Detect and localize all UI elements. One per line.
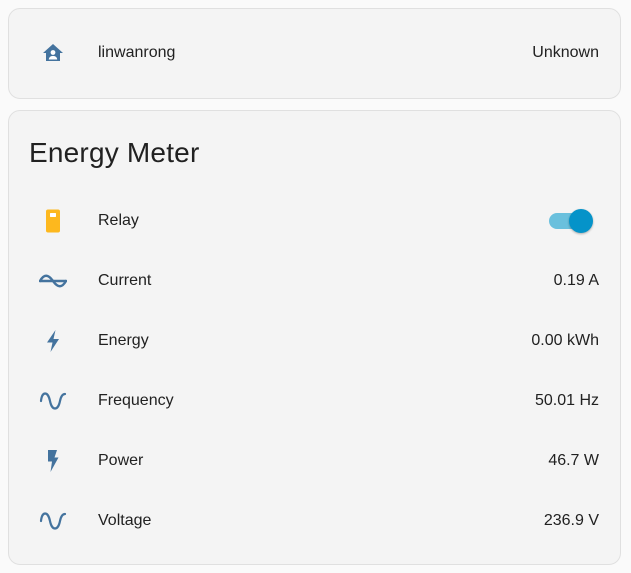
person-name: linwanrong (98, 44, 176, 61)
person-row[interactable]: linwanrong Unknown (9, 33, 620, 73)
entity-row-energy[interactable]: Energy 0.00 kWh (9, 321, 620, 361)
flash-icon (37, 445, 69, 477)
person-card: linwanrong Unknown (8, 8, 621, 99)
sine-wave-icon (37, 505, 69, 537)
current-ac-icon (37, 265, 69, 297)
entity-row-power[interactable]: Power 46.7 W (9, 441, 620, 481)
lightning-bolt-icon (37, 325, 69, 357)
entity-label-energy: Energy (98, 332, 149, 349)
energy-meter-card: Energy Meter Relay Current 0.19 A Energy… (8, 110, 621, 565)
entity-label-frequency: Frequency (98, 392, 174, 409)
entity-value-voltage: 236.9 V (543, 512, 599, 529)
entity-label-voltage: Voltage (98, 512, 152, 529)
entity-row-voltage[interactable]: Voltage 236.9 V (9, 501, 620, 541)
sine-wave-icon (37, 385, 69, 417)
entity-row-frequency[interactable]: Frequency 50.01 Hz (9, 381, 620, 421)
entity-row-relay[interactable]: Relay (9, 201, 620, 241)
entity-value-frequency: 50.01 Hz (534, 392, 599, 409)
person-state: Unknown (532, 44, 599, 61)
toggle-knob (569, 209, 593, 233)
entity-label-current: Current (98, 272, 152, 289)
card-title: Energy Meter (29, 137, 200, 168)
entity-row-current[interactable]: Current 0.19 A (9, 261, 620, 301)
entity-value-current: 0.19 A (553, 272, 599, 289)
entity-value-power: 46.7 W (548, 452, 599, 469)
home-account-icon (37, 37, 69, 69)
entity-value-energy: 0.00 kWh (531, 332, 599, 349)
entity-label-power: Power (98, 452, 144, 469)
relay-switch-icon (37, 205, 69, 237)
entity-label-relay: Relay (98, 212, 139, 229)
relay-toggle[interactable] (547, 207, 593, 235)
